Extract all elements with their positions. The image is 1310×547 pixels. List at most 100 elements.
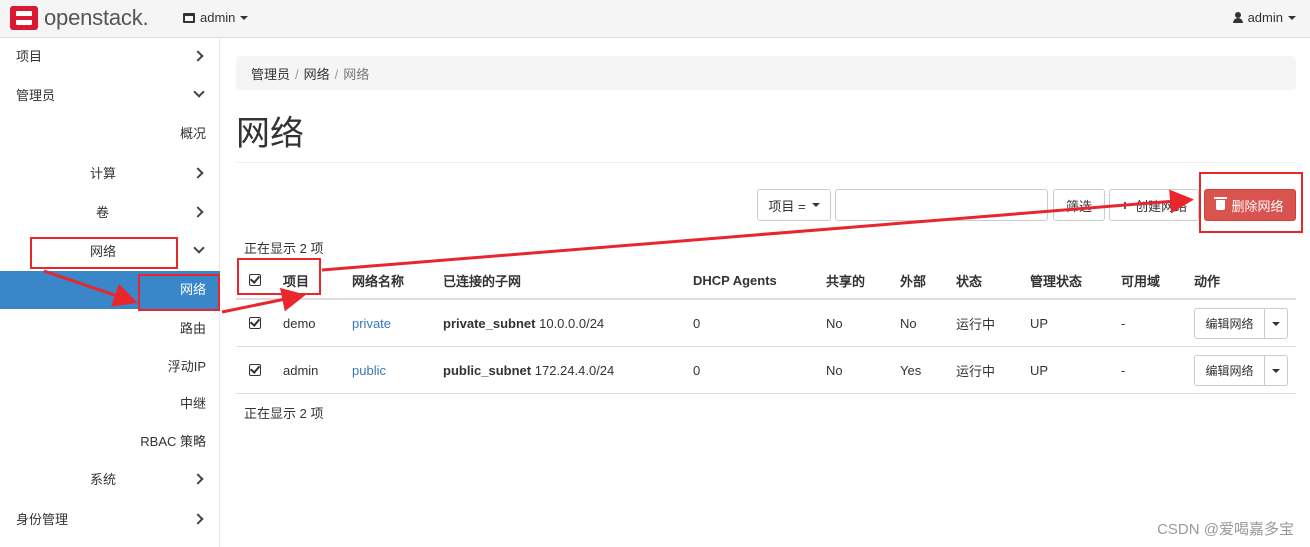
caret-down-icon: [811, 203, 820, 207]
cell-availability-zones: -: [1121, 315, 1126, 331]
item-count-bottom: 正在显示 2 项: [244, 406, 324, 421]
sidebar-item-label: 项目: [16, 49, 43, 64]
sidebar-item-floating-ips[interactable]: 浮动IP: [0, 348, 220, 386]
table-header: 项目 网络名称 已连接的子网 DHCP Agents 共享的 外部 状态 管理状…: [236, 262, 1296, 300]
sidebar-item-label: 管理员: [16, 88, 56, 103]
column-header-shared[interactable]: 共享的: [826, 262, 865, 298]
cell-project: demo: [283, 315, 316, 331]
subnet-name: public_subnet: [443, 362, 532, 378]
annotation-box-delete-button: [1199, 172, 1303, 233]
breadcrumb-network[interactable]: 网络: [304, 67, 330, 82]
checkbox-checked-icon: [249, 364, 261, 376]
caret-down-icon: [1272, 321, 1280, 326]
sidebar-item-volumes[interactable]: 卷: [0, 194, 220, 232]
sidebar-item-compute[interactable]: 计算: [0, 155, 220, 193]
cell-status: 运行中: [956, 363, 996, 379]
column-header-availability-zones[interactable]: 可用域: [1121, 262, 1160, 298]
sidebar-item-label: 系统: [90, 472, 117, 487]
filter-field-select[interactable]: 项目 =: [757, 189, 831, 221]
filter-field-label: 项目 =: [768, 198, 806, 214]
network-name-link[interactable]: public: [352, 347, 386, 393]
item-count-top: 正在显示 2 项: [244, 241, 324, 256]
chevron-right-icon: [192, 206, 204, 218]
project-switcher[interactable]: admin: [183, 10, 249, 25]
sidebar-item-routers[interactable]: 路由: [0, 310, 220, 348]
cell-dhcp-agents: 0: [693, 315, 701, 331]
project-icon: [183, 12, 195, 23]
sidebar-item-project[interactable]: 项目: [0, 38, 220, 76]
chevron-down-icon: [193, 242, 205, 254]
caret-down-icon: [240, 15, 249, 20]
sidebar-item-label: RBAC 策略: [140, 434, 206, 449]
table-row: demo private private_subnet 10.0.0.0/24 …: [236, 300, 1296, 347]
logo-text: openstack.: [44, 5, 149, 30]
row-actions: 编辑网络: [1194, 308, 1288, 339]
filter-button[interactable]: 筛选: [1053, 189, 1105, 221]
sidebar-item-label: 路由: [179, 321, 206, 336]
user-icon: [1232, 12, 1243, 23]
create-network-label: 创建网络: [1135, 198, 1188, 214]
column-header-dhcp-agents[interactable]: DHCP Agents: [693, 262, 777, 298]
row-checkbox[interactable]: [249, 300, 261, 346]
cell-shared: No: [826, 315, 843, 331]
cell-subnets: public_subnet 172.24.4.0/24: [443, 347, 614, 393]
sidebar-item-label: 计算: [90, 166, 117, 181]
breadcrumb: 管理员 / 网络 / 网络: [236, 56, 1296, 90]
sidebar-item-rbac-policies[interactable]: RBAC 策略: [0, 423, 220, 461]
chevron-right-icon: [192, 50, 204, 62]
sidebar-item-admin[interactable]: 管理员: [0, 77, 220, 115]
cell-status: 运行中: [956, 316, 996, 332]
subnet-cidr: 172.24.4.0/24: [534, 362, 615, 378]
network-name-link[interactable]: private: [352, 300, 391, 346]
sidebar-item-label: 身份管理: [16, 512, 69, 527]
openstack-logo[interactable]: openstack.: [10, 5, 149, 30]
sidebar-item-identity[interactable]: 身份管理: [0, 501, 220, 539]
watermark: CSDN @爱喝嘉多宝: [1157, 521, 1294, 538]
edit-network-button[interactable]: 编辑网络: [1194, 355, 1265, 386]
chevron-right-icon: [192, 473, 204, 485]
subnet-name: private_subnet: [443, 315, 536, 331]
row-checkbox[interactable]: [249, 347, 261, 393]
title-divider: [236, 162, 1296, 163]
top-navbar: openstack. admin admin: [0, 0, 1310, 38]
cell-availability-zones: -: [1121, 362, 1126, 378]
annotation-box-network-group: [30, 237, 178, 269]
column-header-admin-state[interactable]: 管理状态: [1030, 262, 1082, 298]
column-header-subnets[interactable]: 已连接的子网: [443, 262, 521, 298]
column-header-external[interactable]: 外部: [900, 262, 926, 298]
sidebar-item-label: 浮动IP: [167, 359, 206, 374]
cell-admin-state: UP: [1030, 362, 1049, 378]
chevron-down-icon: [193, 86, 205, 98]
more-actions-button[interactable]: [1265, 308, 1288, 339]
annotation-box-select-all: [237, 258, 321, 295]
subnet-cidr: 10.0.0.0/24: [539, 315, 605, 331]
table-row: admin public public_subnet 172.24.4.0/24…: [236, 347, 1296, 394]
page-title: 网络: [236, 115, 304, 153]
sidebar-item-label: 概况: [179, 126, 206, 141]
filter-input[interactable]: [835, 189, 1048, 221]
column-header-actions: 动作: [1194, 273, 1221, 289]
cell-subnets: private_subnet 10.0.0.0/24: [443, 300, 604, 346]
sidebar-item-system[interactable]: 系统: [0, 461, 220, 499]
filter-button-label: 筛选: [1065, 198, 1092, 214]
sidebar-item-label: 中继: [179, 396, 206, 411]
cell-admin-state: UP: [1030, 315, 1049, 331]
plus-icon: +: [1120, 197, 1130, 213]
column-header-name[interactable]: 网络名称: [352, 262, 404, 298]
breadcrumb-admin[interactable]: 管理员: [251, 67, 290, 82]
column-header-status[interactable]: 状态: [956, 262, 982, 298]
sidebar-item-overview[interactable]: 概况: [0, 115, 220, 153]
edit-network-button[interactable]: 编辑网络: [1194, 308, 1265, 339]
breadcrumb-separator: /: [295, 67, 299, 82]
chevron-right-icon: [192, 167, 204, 179]
chevron-right-icon: [192, 513, 204, 525]
checkbox-checked-icon: [249, 317, 261, 329]
cell-external: Yes: [900, 362, 922, 378]
sidebar-item-trunks[interactable]: 中继: [0, 385, 220, 423]
create-network-button[interactable]: + 创建网络: [1109, 189, 1199, 221]
cell-shared: No: [826, 362, 843, 378]
user-menu[interactable]: admin: [1232, 10, 1296, 25]
breadcrumb-separator: /: [334, 67, 339, 82]
more-actions-button[interactable]: [1265, 355, 1288, 386]
user-menu-label: admin: [1247, 10, 1283, 25]
